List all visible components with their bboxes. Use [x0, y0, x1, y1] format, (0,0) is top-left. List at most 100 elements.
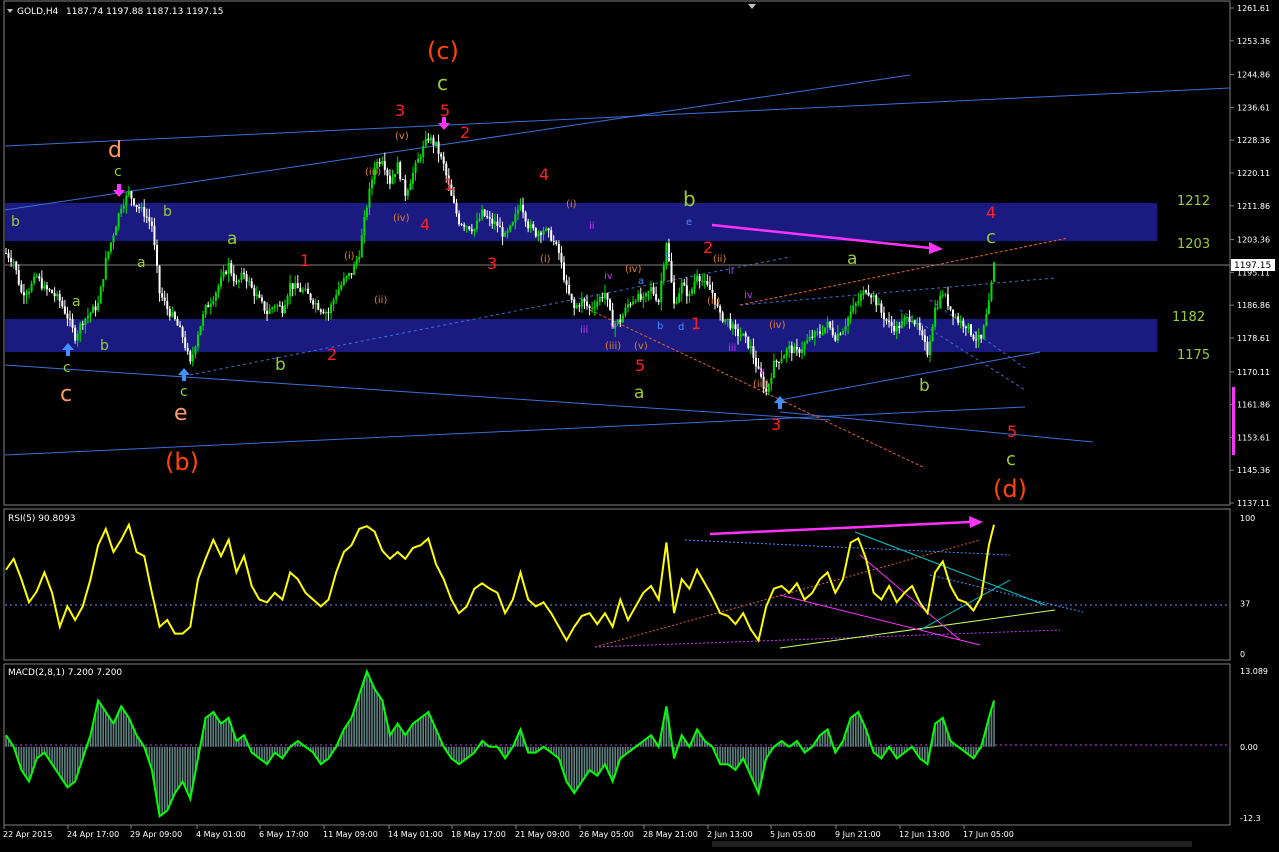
candle-body [132, 198, 135, 205]
candle-body [460, 224, 463, 226]
horizontal-scrollbar[interactable] [712, 841, 1192, 847]
wave-label: 4 [986, 203, 996, 222]
candle-body [381, 161, 384, 164]
candle-body [112, 235, 115, 243]
candle-body [166, 301, 169, 310]
candle-body [573, 299, 576, 308]
trend-line-support-right[interactable] [779, 351, 1041, 401]
candle-body [478, 218, 481, 221]
candle-body [314, 303, 317, 305]
candle-body [808, 336, 811, 341]
candle-body [58, 294, 61, 301]
candle-body [734, 324, 737, 329]
chart-canvas[interactable]: GOLD,H4 1187.74 1197.88 1187.13 1197.15 … [0, 0, 1279, 848]
candle-body [854, 303, 857, 306]
wave-label: (ii) [374, 295, 387, 306]
candle-body [17, 270, 20, 285]
channel-orange-1[interactable] [739, 237, 1069, 306]
candle-body [473, 229, 476, 232]
wave-label: iii [580, 325, 588, 336]
candle-body [445, 163, 448, 176]
candle-body [783, 355, 786, 359]
triangle-down-icon[interactable] [7, 9, 13, 13]
rsi-divergence-arrow [709, 516, 983, 536]
scroll-marker-icon[interactable] [748, 4, 756, 9]
candle-body [53, 293, 56, 297]
price-axis: 1261.61 1253.36 1244.86 1236.61 1228.36 1220.… [1230, 4, 1270, 508]
candle-body [207, 305, 210, 308]
candle-body [76, 333, 79, 341]
candle-body [593, 306, 596, 308]
candle-body [250, 281, 253, 288]
arrow-up-icon-2 [178, 368, 190, 381]
candle-body [365, 207, 368, 218]
wave-label: b [163, 204, 172, 220]
ohlc-readout: 1187.74 1197.88 1187.13 1197.15 [66, 7, 223, 17]
candle-body [399, 162, 402, 179]
candle-body [790, 345, 793, 354]
rsi-line[interactable] [5, 522, 995, 643]
candle-body [45, 285, 48, 290]
candle-body [309, 293, 312, 301]
candle-body [97, 303, 100, 311]
candle-body [20, 284, 23, 293]
candle-body [655, 294, 658, 301]
candle-body [560, 252, 563, 263]
candle-body [944, 294, 947, 296]
wave-label: (iv) [769, 320, 786, 331]
candle-body [865, 290, 868, 293]
wave-label: b [100, 338, 109, 354]
candle-body [685, 285, 688, 297]
candle-body [176, 318, 179, 326]
candle-body [217, 286, 220, 293]
candle-body [33, 276, 36, 284]
candle-body [788, 345, 791, 350]
candle-body [552, 240, 555, 242]
trend-line-lower-2[interactable] [4, 406, 1026, 456]
candle-body [795, 346, 798, 350]
price-tick-label: 1261.61 [1237, 4, 1270, 13]
candle-body [747, 336, 750, 348]
candle-body [28, 291, 31, 294]
trend-line-lower-3[interactable] [779, 411, 1094, 443]
candle-body [432, 137, 435, 146]
candle-body [7, 253, 10, 258]
candle-body [396, 162, 399, 174]
trend-line-dashed-2[interactable] [739, 277, 1056, 306]
candle-body [56, 294, 59, 297]
candle-body [644, 293, 647, 297]
wave-label: 5 [635, 356, 645, 375]
macd-tick-label: 13.089 [1240, 667, 1268, 676]
wave-label: (iii) [605, 341, 621, 352]
candle-body [406, 190, 409, 196]
wave-label: (i) [566, 199, 577, 210]
wave-label: c [63, 360, 71, 376]
candle-body [394, 173, 397, 177]
candle-body [212, 300, 215, 304]
price-tick-label: 1244.86 [1237, 71, 1270, 80]
trend-line-upper-2[interactable] [4, 87, 1231, 147]
candle-body [660, 280, 663, 302]
candle-body [775, 360, 778, 362]
candle-body [191, 354, 194, 362]
trend-line-upper-1[interactable] [4, 74, 911, 211]
candle-body [417, 158, 420, 163]
time-tick-label: 9 Jun 21:00 [835, 830, 881, 839]
candle-body [662, 265, 665, 281]
candle-body [414, 162, 417, 173]
candle-body [140, 206, 143, 209]
candle-body [371, 179, 374, 189]
candle-body [411, 172, 414, 184]
chart-terminal[interactable]: GOLD,H4 1187.74 1197.88 1187.13 1197.15 … [0, 0, 1279, 848]
candle-body [839, 333, 842, 335]
trend-line-lower-1[interactable] [4, 364, 831, 421]
price-tick-label: 1137.11 [1237, 499, 1270, 508]
macd-histogram[interactable] [5, 671, 995, 817]
candle-body [921, 330, 924, 336]
wave-label: 3 [487, 254, 497, 273]
candle-body [386, 169, 389, 176]
candle-body [255, 294, 258, 296]
candle-body [104, 258, 107, 280]
candle-body [588, 305, 591, 309]
candle-body [987, 300, 990, 315]
